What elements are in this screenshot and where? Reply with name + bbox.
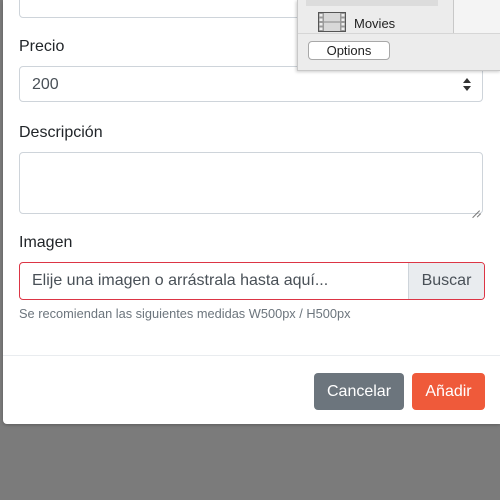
description-label: Descripción xyxy=(19,124,103,141)
panel-right-pane xyxy=(454,0,500,33)
add-button[interactable]: Añadir xyxy=(412,373,485,410)
image-file-input[interactable]: Elije una imagen o arrástrala hasta aquí… xyxy=(19,262,485,300)
price-label: Precio xyxy=(19,38,65,55)
movies-label[interactable]: Movies xyxy=(354,16,395,31)
panel-separator xyxy=(298,33,500,34)
browse-button[interactable]: Buscar xyxy=(408,263,484,299)
spinner-up-icon[interactable] xyxy=(463,78,471,83)
price-input[interactable]: 200 xyxy=(19,66,483,102)
price-value: 200 xyxy=(32,76,59,93)
selected-row-highlight xyxy=(306,0,438,6)
description-textarea[interactable] xyxy=(19,152,483,214)
image-size-hint: Se recomiendan las siguientes medidas W5… xyxy=(19,306,351,321)
number-spinner[interactable] xyxy=(462,78,472,92)
spinner-down-icon[interactable] xyxy=(463,86,471,91)
footer-divider xyxy=(3,355,500,356)
image-label: Imagen xyxy=(19,234,73,251)
resize-grip-icon[interactable] xyxy=(472,203,480,211)
options-panel: Movies Options xyxy=(297,0,500,71)
cancel-button[interactable]: Cancelar xyxy=(314,373,404,410)
options-button[interactable]: Options xyxy=(308,41,390,60)
film-icon xyxy=(318,12,346,32)
image-file-placeholder[interactable]: Elije una imagen o arrástrala hasta aquí… xyxy=(20,263,408,299)
